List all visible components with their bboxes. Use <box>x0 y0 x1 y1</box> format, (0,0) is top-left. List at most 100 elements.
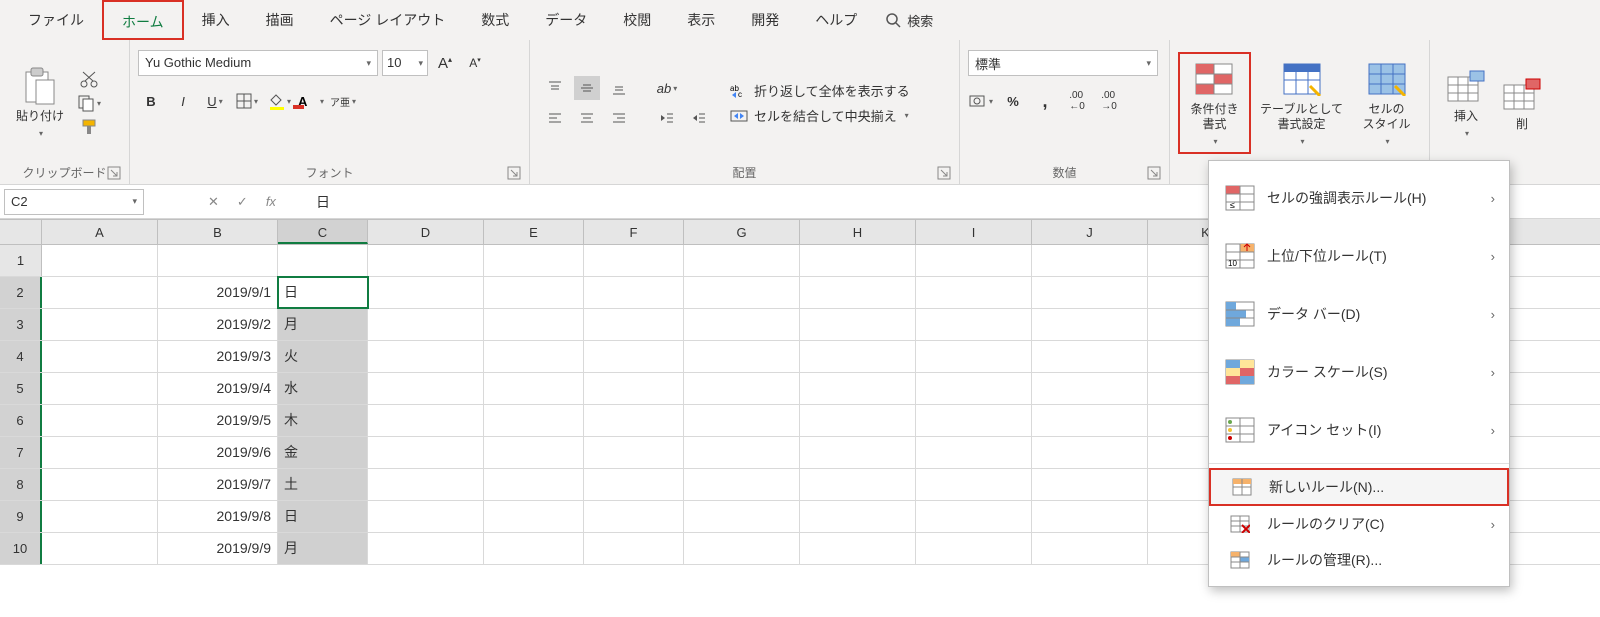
cell[interactable] <box>368 341 484 372</box>
cell[interactable]: 2019/9/5 <box>158 405 278 436</box>
cell[interactable] <box>684 533 800 564</box>
row-header[interactable]: 4 <box>0 341 42 372</box>
menu-data[interactable]: データ <box>527 0 605 40</box>
cell[interactable] <box>916 373 1032 404</box>
cell[interactable]: 月 <box>278 309 368 340</box>
cell[interactable] <box>916 309 1032 340</box>
cell[interactable] <box>684 341 800 372</box>
cell[interactable]: 日 <box>278 277 368 308</box>
menu-manage-rules[interactable]: ルールの管理(R)... <box>1209 542 1509 578</box>
cell[interactable] <box>916 405 1032 436</box>
menu-draw[interactable]: 描画 <box>248 0 312 40</box>
align-bottom-button[interactable] <box>606 76 632 100</box>
cell[interactable] <box>800 245 916 276</box>
cell[interactable] <box>484 437 584 468</box>
menu-top-bottom-rules[interactable]: 10 上位/下位ルール(T) › <box>1209 227 1509 285</box>
decrease-indent-button[interactable] <box>654 106 680 130</box>
cell[interactable] <box>42 277 158 308</box>
cell[interactable] <box>684 245 800 276</box>
cell[interactable] <box>42 309 158 340</box>
cell[interactable] <box>42 341 158 372</box>
fx-button[interactable]: fx <box>266 194 276 210</box>
cell[interactable] <box>916 245 1032 276</box>
cell[interactable] <box>158 245 278 276</box>
border-button[interactable]: ▾ <box>234 89 260 113</box>
row-header[interactable]: 10 <box>0 533 42 564</box>
cell[interactable] <box>368 533 484 564</box>
column-header[interactable]: F <box>584 219 684 244</box>
menu-page-layout[interactable]: ページ レイアウト <box>312 0 464 40</box>
cell[interactable] <box>42 501 158 532</box>
column-header[interactable]: I <box>916 219 1032 244</box>
alignment-launcher-icon[interactable] <box>937 166 951 180</box>
cell[interactable]: 木 <box>278 405 368 436</box>
cell[interactable]: 水 <box>278 373 368 404</box>
italic-button[interactable]: I <box>170 89 196 113</box>
decrease-font-button[interactable]: A▾ <box>462 51 488 75</box>
row-header[interactable]: 8 <box>0 469 42 500</box>
cell-styles-button[interactable]: セルの スタイル ▾ <box>1352 54 1421 153</box>
column-header[interactable]: B <box>158 219 278 244</box>
comma-button[interactable]: , <box>1032 89 1058 113</box>
menu-new-rule[interactable]: 新しいルール(N)... <box>1209 468 1509 506</box>
menu-file[interactable]: ファイル <box>10 0 102 40</box>
cell[interactable]: 土 <box>278 469 368 500</box>
cell[interactable] <box>684 277 800 308</box>
cell[interactable]: 日 <box>278 501 368 532</box>
cell[interactable]: 2019/9/7 <box>158 469 278 500</box>
cell[interactable] <box>368 277 484 308</box>
cell[interactable] <box>278 245 368 276</box>
cell[interactable] <box>684 501 800 532</box>
column-header[interactable]: A <box>42 219 158 244</box>
menu-help[interactable]: ヘルプ <box>797 0 875 40</box>
cell[interactable] <box>584 245 684 276</box>
font-launcher-icon[interactable] <box>507 166 521 180</box>
cell[interactable] <box>800 533 916 564</box>
formula-enter-button[interactable]: ✓ <box>237 194 248 210</box>
paste-button[interactable]: 貼り付け▾ <box>8 61 72 144</box>
font-size-select[interactable]: 10▾ <box>382 50 428 76</box>
menu-data-bars[interactable]: データ バー(D) › <box>1209 285 1509 343</box>
cell[interactable] <box>484 341 584 372</box>
cell[interactable] <box>484 405 584 436</box>
menu-icon-sets[interactable]: アイコン セット(I) › <box>1209 401 1509 459</box>
align-center-button[interactable] <box>574 106 600 130</box>
cell[interactable] <box>916 437 1032 468</box>
cell[interactable] <box>484 245 584 276</box>
cell[interactable] <box>800 405 916 436</box>
cell[interactable] <box>1032 405 1148 436</box>
column-header[interactable]: E <box>484 219 584 244</box>
cell[interactable] <box>684 405 800 436</box>
cell[interactable] <box>1032 469 1148 500</box>
font-name-select[interactable]: Yu Gothic Medium▾ <box>138 50 378 76</box>
cell[interactable] <box>368 469 484 500</box>
conditional-formatting-button[interactable]: 条件付き 書式 ▾ <box>1178 52 1251 155</box>
row-header[interactable]: 3 <box>0 309 42 340</box>
underline-button[interactable]: U▾ <box>202 89 228 113</box>
cell[interactable] <box>800 437 916 468</box>
increase-indent-button[interactable] <box>686 106 712 130</box>
cut-button[interactable] <box>76 67 102 91</box>
wrap-text-button[interactable]: abc 折り返して全体を表示する <box>730 81 910 100</box>
row-header[interactable]: 5 <box>0 373 42 404</box>
insert-cells-button[interactable]: 挿入▾ <box>1438 61 1494 144</box>
cell[interactable] <box>584 405 684 436</box>
cell[interactable] <box>684 469 800 500</box>
cell[interactable] <box>42 533 158 564</box>
cell[interactable] <box>42 469 158 500</box>
align-middle-button[interactable] <box>574 76 600 100</box>
cell[interactable] <box>916 277 1032 308</box>
cell[interactable]: 2019/9/9 <box>158 533 278 564</box>
cell[interactable] <box>1032 373 1148 404</box>
menu-highlight-cells-rules[interactable]: ≤ セルの強調表示ルール(H) › <box>1209 169 1509 227</box>
cell[interactable]: 金 <box>278 437 368 468</box>
name-box[interactable]: C2▾ <box>4 189 144 215</box>
row-header[interactable]: 2 <box>0 277 42 308</box>
format-as-table-button[interactable]: テーブルとして 書式設定 ▾ <box>1251 54 1352 153</box>
font-color-button[interactable]: A▾ <box>298 89 324 113</box>
cell[interactable] <box>368 405 484 436</box>
cell[interactable] <box>42 437 158 468</box>
cell[interactable] <box>1032 245 1148 276</box>
select-all-corner[interactable] <box>0 219 42 244</box>
row-header[interactable]: 9 <box>0 501 42 532</box>
